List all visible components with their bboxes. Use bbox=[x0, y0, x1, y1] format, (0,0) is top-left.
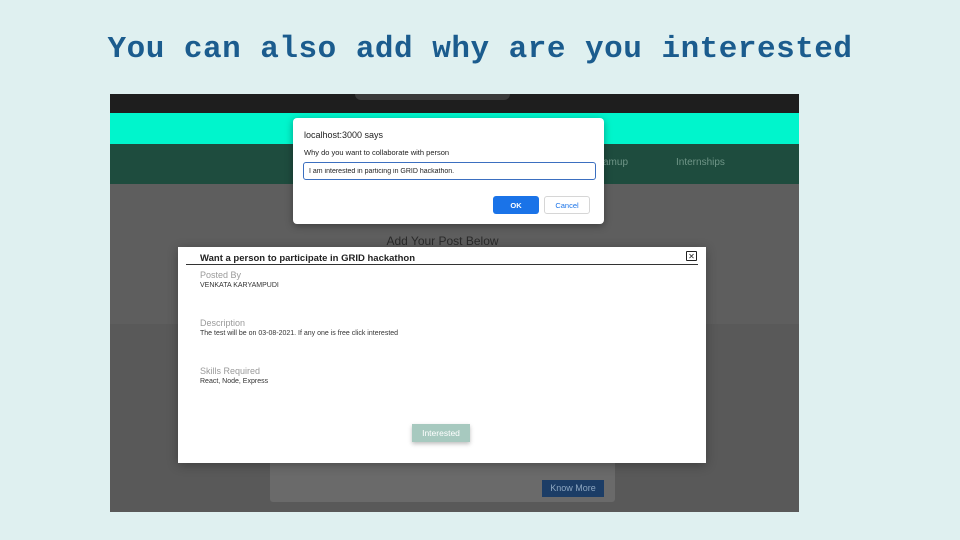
close-icon[interactable]: ✕ bbox=[686, 251, 697, 261]
posted-by-label: Posted By bbox=[200, 270, 242, 280]
browser-chrome bbox=[110, 94, 799, 113]
skills-label: Skills Required bbox=[200, 366, 261, 376]
modal-title: Want a person to participate in GRID hac… bbox=[200, 253, 416, 264]
description-label: Description bbox=[200, 318, 246, 328]
know-more-button[interactable]: Know More bbox=[542, 480, 604, 497]
reason-input[interactable] bbox=[303, 162, 596, 180]
nav-link-internships[interactable]: Internships bbox=[676, 157, 725, 168]
alert-dialog: localhost:3000 says Why do you want to c… bbox=[293, 118, 604, 224]
interested-button[interactable]: Interested bbox=[412, 424, 470, 442]
posted-by-value: VENKATA KARYAMPUDI bbox=[200, 282, 279, 289]
alert-title: localhost:3000 says bbox=[304, 130, 384, 140]
screenshot-frame: amup Internships Add Your Post Below Kno… bbox=[110, 94, 799, 512]
post-detail-modal: Want a person to participate in GRID hac… bbox=[178, 247, 706, 463]
description-value: The test will be on 03-08-2021. If any o… bbox=[200, 330, 399, 337]
cancel-button[interactable]: Cancel bbox=[544, 196, 590, 214]
ok-button[interactable]: OK bbox=[493, 196, 539, 214]
add-post-heading: Add Your Post Below bbox=[386, 234, 499, 248]
modal-divider bbox=[186, 264, 698, 265]
skills-value: React, Node, Express bbox=[200, 378, 269, 385]
alert-message: Why do you want to collaborate with pers… bbox=[304, 148, 450, 157]
slide-title: You can also add why are you interested bbox=[107, 32, 853, 67]
nav-link-teamup[interactable]: amup bbox=[603, 157, 628, 168]
browser-tab[interactable] bbox=[355, 94, 510, 100]
